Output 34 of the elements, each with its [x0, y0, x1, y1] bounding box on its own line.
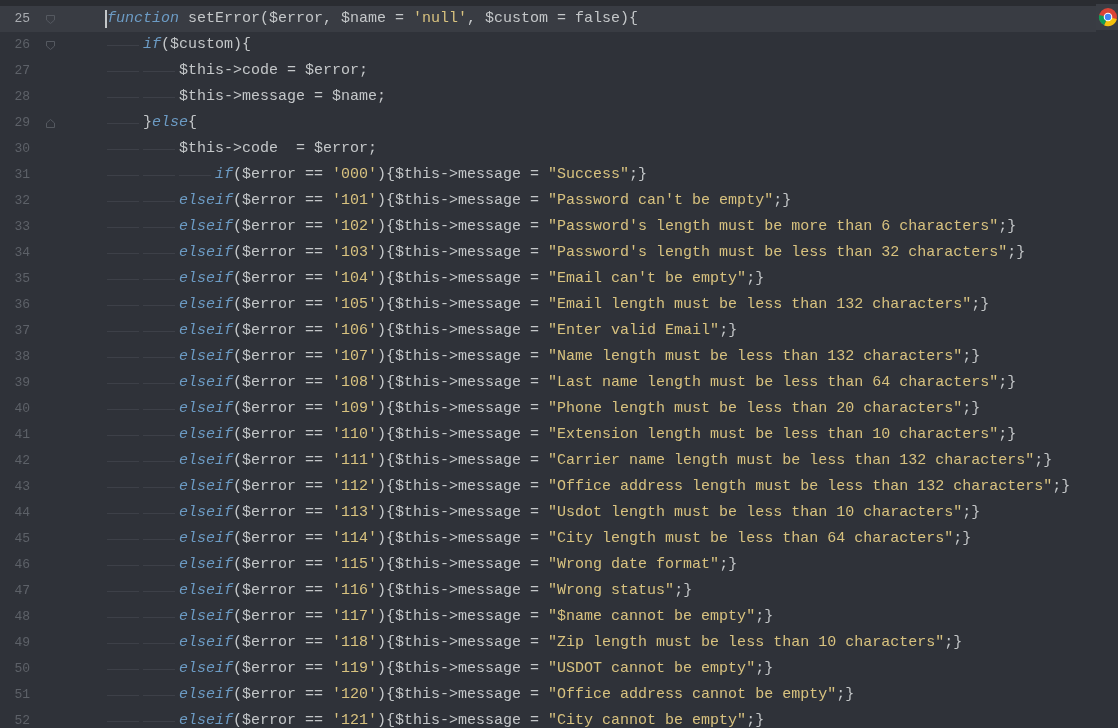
code-line: elseif($error == '106'){$this->message = "Enter valid Email";} — [179, 320, 738, 341]
code-line: if($error == '000'){$this->message = "Success";} — [215, 164, 648, 185]
line-number: 25 — [13, 10, 30, 29]
code-line: elseif($error == '120'){$this->message = "Office address cannot be empty";} — [179, 684, 855, 705]
fold-marker-icon[interactable] — [45, 118, 55, 128]
code-line: elseif($error == '113'){$this->message = "Usdot length must be less than 10 characters";} — [179, 502, 981, 523]
code-line: elseif($error == '116'){$this->message = "Wrong status";} — [179, 580, 693, 601]
code-line: elseif($error == '110'){$this->message = "Extension length must be less than 10 characters";} — [179, 424, 1017, 445]
code-line: }else{ — [143, 112, 198, 133]
code-line: elseif($error == '114'){$this->message = "City length must be less than 64 characters";} — [179, 528, 972, 549]
code-line: elseif($error == '107'){$this->message = "Name length must be less than 132 characters";} — [179, 346, 981, 367]
text-cursor — [105, 10, 107, 28]
code-line: elseif($error == '101'){$this->message = "Password can't be empty";} — [179, 190, 792, 211]
code-line: function setError($error, $name = 'null', $custom = false){ — [107, 8, 639, 29]
code-line: elseif($error == '109'){$this->message = "Phone length must be less than 20 characters";} — [179, 398, 981, 419]
fold-marker-icon[interactable] — [45, 14, 55, 24]
code-line: elseif($error == '112'){$this->message = "Office address length must be less than 132 characters";} — [179, 476, 1071, 497]
code-line: $this->message = $name; — [179, 86, 387, 107]
code-line: elseif($error == '102'){$this->message = "Password's length must be more than 6 characters";} — [179, 216, 1017, 237]
code-line: elseif($error == '115'){$this->message = "Wrong date format";} — [179, 554, 738, 575]
code-line: elseif($error == '108'){$this->message = "Last name length must be less than 64 characters";} — [179, 372, 1017, 393]
code-line: elseif($error == '111'){$this->message = "Carrier name length must be less than 132 characters";} — [179, 450, 1053, 471]
code-line: $this->code = $error; — [179, 138, 378, 159]
browser-icon[interactable] — [1096, 4, 1118, 30]
fold-marker-icon[interactable] — [45, 40, 55, 50]
code-line: if($custom){ — [143, 34, 252, 55]
code-line: elseif($error == '104'){$this->message = "Email can't be empty";} — [179, 268, 765, 289]
code-line: elseif($error == '119'){$this->message = "USDOT cannot be empty";} — [179, 658, 774, 679]
code-line: elseif($error == '118'){$this->message = "Zip length must be less than 10 characters";} — [179, 632, 963, 653]
code-line: $this->code = $error; — [179, 60, 369, 81]
code-line: elseif($error == '105'){$this->message = "Email length must be less than 132 characters";} — [179, 294, 990, 315]
code-line: elseif($error == '121'){$this->message = "City cannot be empty";} — [179, 710, 765, 728]
code-line: elseif($error == '117'){$this->message = "$name cannot be empty";} — [179, 606, 774, 627]
code-line: elseif($error == '103'){$this->message = "Password's length must be less than 32 characters";} — [179, 242, 1026, 263]
